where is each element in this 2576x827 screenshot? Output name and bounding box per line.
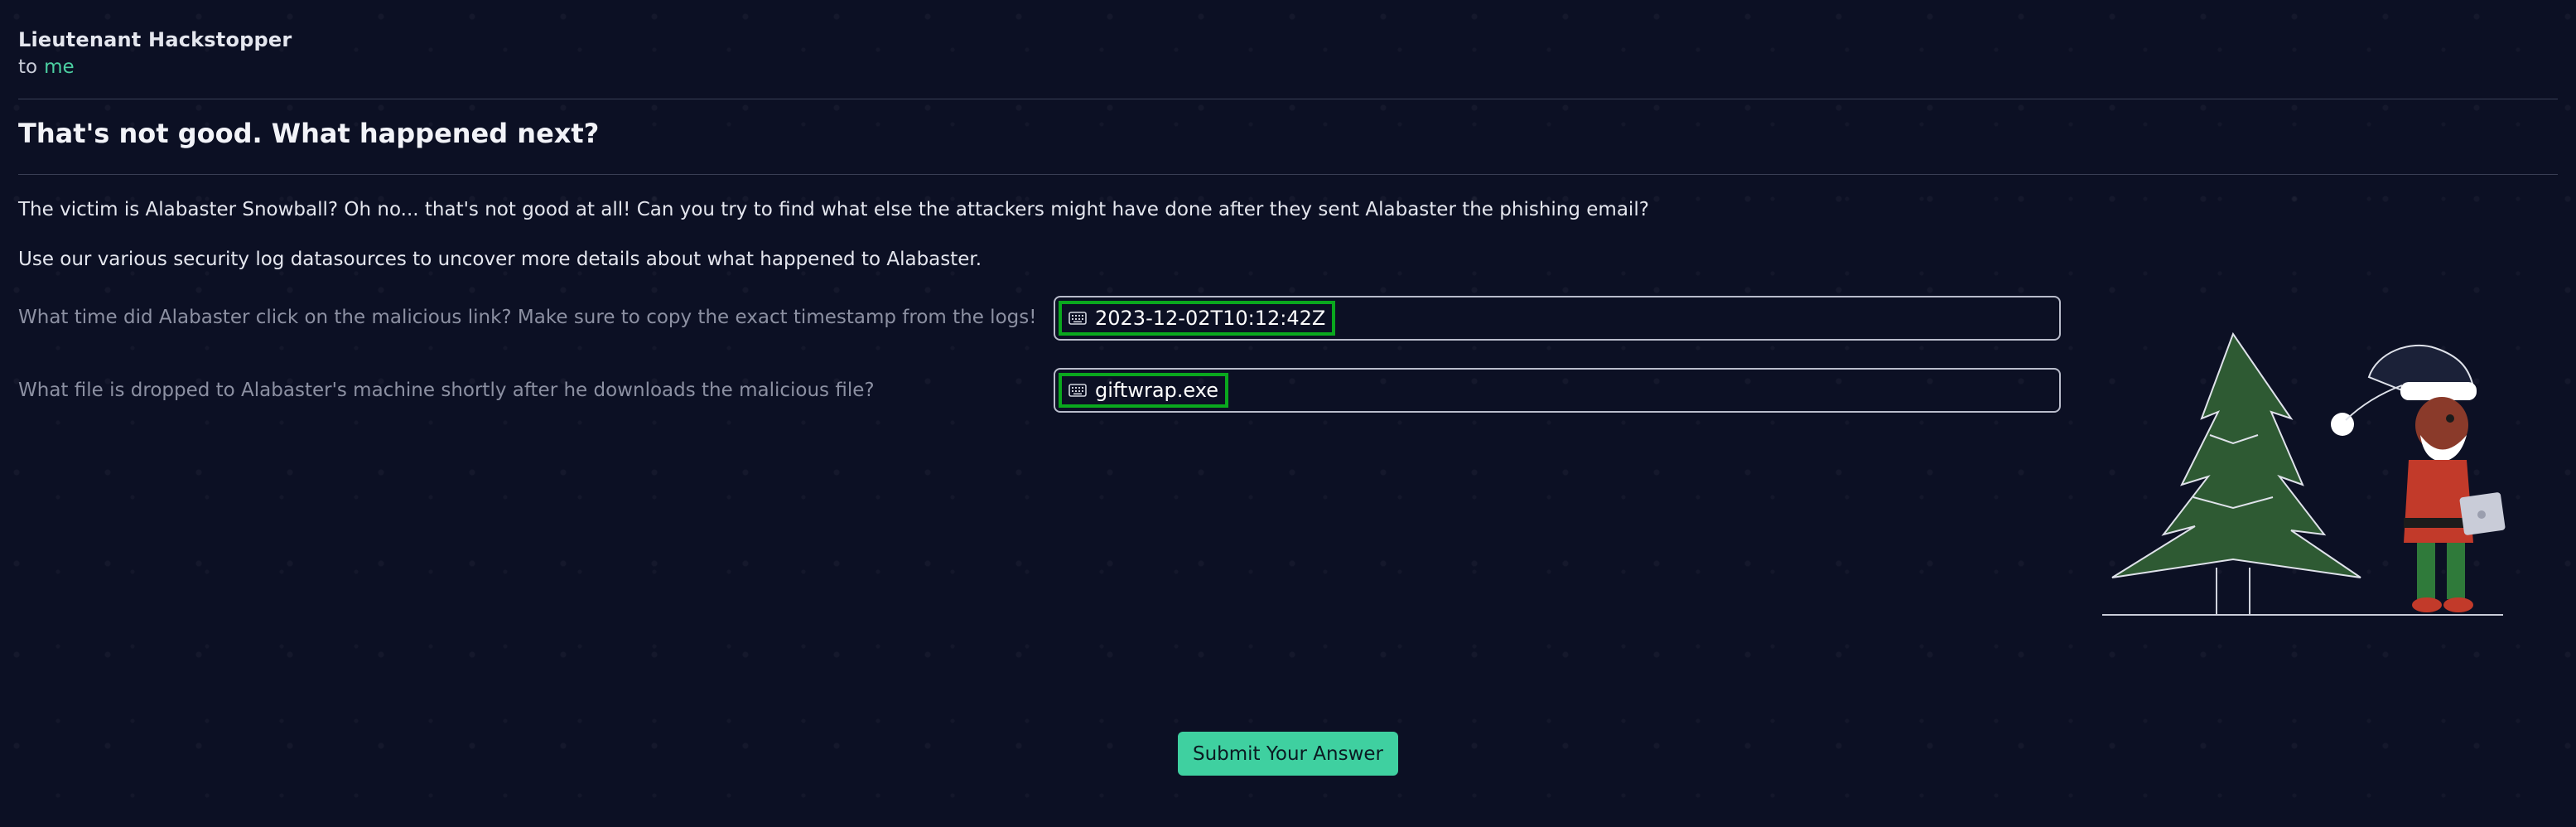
submit-answer-button[interactable]: Submit Your Answer [1178,732,1398,776]
page-title: That's not good. What happened next? [18,118,600,149]
question-label: What time did Alabaster click on the mal… [18,307,1037,328]
elf-icon [2331,344,2506,612]
title-divider [18,174,2558,175]
recipient-line: to me [18,56,292,78]
christmas-tree-icon [2111,331,2361,615]
answer-value: giftwrap.exe [1095,379,1218,402]
answer-field[interactable]: 2023-12-02T10:12:42Z [1054,296,2061,341]
sender-name: Lieutenant Hackstopper [18,28,292,51]
recipient-name: me [44,56,75,78]
to-prefix: to [18,56,38,78]
answer-chip[interactable]: 2023-12-02T10:12:42Z [1059,301,1336,336]
intro-paragraph: The victim is Alabaster Snowball? Oh no.… [18,199,1649,220]
question-label: What file is dropped to Alabaster's mach… [18,380,875,401]
answer-chip[interactable]: giftwrap.exe [1059,373,1228,408]
answer-field[interactable]: giftwrap.exe [1054,368,2061,413]
instruction-paragraph: Use our various security log datasources… [18,249,982,270]
keyboard-icon [1069,312,1087,325]
elf-illustration [2102,331,2506,616]
email-header: Lieutenant Hackstopper to me [18,28,292,78]
kql-challenge-page: Lieutenant Hackstopper to me That's not g… [0,0,2576,827]
keyboard-icon [1069,384,1087,397]
answer-value: 2023-12-02T10:12:42Z [1095,307,1326,330]
